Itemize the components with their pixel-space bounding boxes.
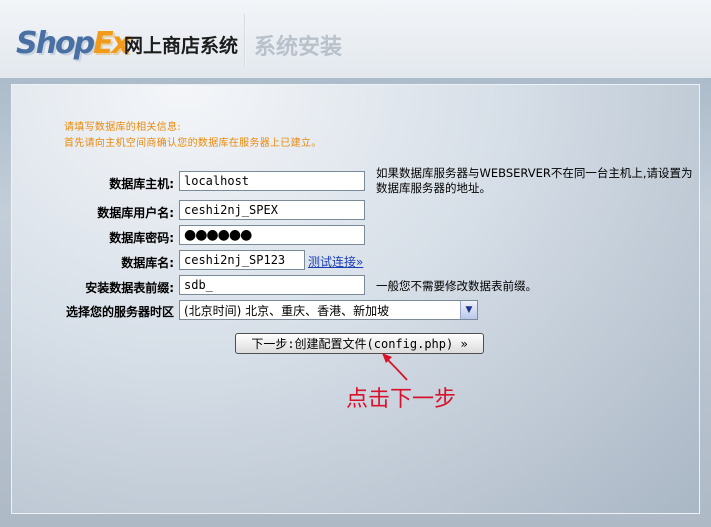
brand-name: 网上商店系统 (124, 36, 239, 57)
header-divider (244, 14, 246, 66)
db-host-input[interactable] (179, 171, 365, 191)
table-prefix-input[interactable] (179, 275, 365, 295)
header-bar: ShopEx 网上商店系统 系统安装 (0, 0, 711, 78)
db-password-label: 数据库密码: (109, 231, 174, 245)
db-name-input[interactable] (179, 250, 305, 270)
table-prefix-note: 一般您不需要修改数据表前缀。 (376, 279, 537, 293)
timezone-select[interactable]: (北京时间) 北京、重庆、香港、新加坡 ▼ (179, 300, 478, 320)
page-title: 系统安装 (254, 35, 343, 60)
db-user-input[interactable] (179, 200, 365, 220)
timezone-label: 选择您的服务器时区 (65, 305, 174, 319)
db-password-input[interactable]: ●●●●●● (179, 225, 365, 245)
table-prefix-label: 安装数据表前缀: (85, 281, 174, 295)
annotation-callout: 点击下一步 (346, 387, 457, 412)
db-user-label: 数据库用户名: (97, 206, 174, 220)
hint-line-2: 首先请向主机空间商确认您的数据库在服务器上已建立。 (64, 138, 322, 149)
db-host-label: 数据库主机: (109, 177, 174, 191)
db-name-label: 数据库名: (121, 256, 174, 270)
db-host-note: 如果数据库服务器与WEBSERVER不在同一台主机上,请设置为数据库服务器的地址… (376, 166, 693, 195)
shopex-logo: ShopEx (16, 26, 131, 61)
timezone-selected-value: (北京时间) 北京、重庆、香港、新加坡 (184, 303, 390, 318)
chevron-down-icon[interactable]: ▼ (460, 301, 477, 319)
hint-line-1: 请填写数据库的相关信息: (64, 122, 181, 133)
test-connection-link[interactable]: 测试连接» (308, 253, 363, 270)
next-step-button[interactable]: 下一步:创建配置文件(config.php) » (235, 333, 484, 354)
